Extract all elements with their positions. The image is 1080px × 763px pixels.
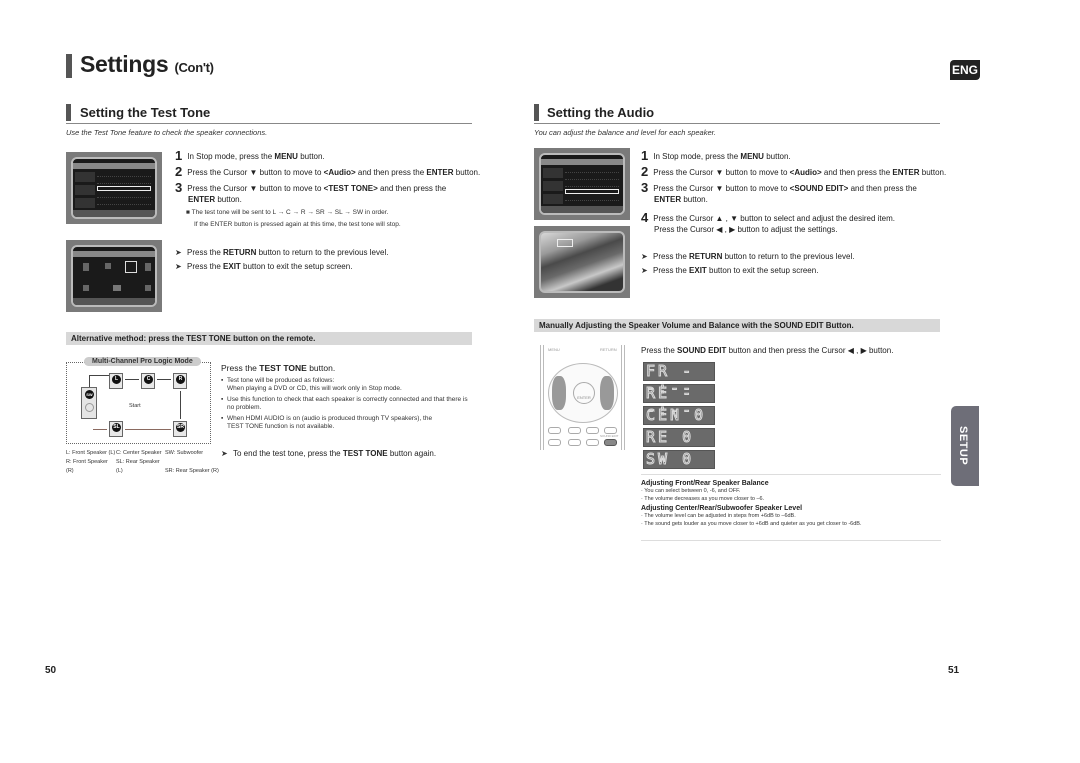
- section-intro: Use the Test Tone feature to check the s…: [66, 128, 268, 137]
- sound-edit-button: [604, 439, 617, 446]
- press-test-tone-title: Press the TEST TONE button.: [221, 363, 336, 373]
- alternative-method-banner: Alternative method: press the TEST TONE …: [66, 332, 472, 345]
- test-tone-note-stop: If the ENTER button is pressed again at …: [194, 221, 401, 228]
- section-title-audio: Setting the Audio: [547, 105, 655, 120]
- sound-edit-instruction: Press the SOUND EDIT button and then pre…: [641, 346, 894, 355]
- title-accent-bar: [66, 54, 72, 78]
- test-tone-step-2: 2 Press the Cursor ▼ button to move to <…: [175, 164, 481, 179]
- speaker-sl: SL: [109, 421, 123, 437]
- osd-test-tone-screenshot: [66, 240, 162, 312]
- osd-sound-edit-photo-screenshot: [534, 226, 630, 298]
- setup-side-tab: SETUP: [951, 406, 979, 486]
- page-number-left: 50: [45, 665, 57, 676]
- language-badge: ENG: [950, 60, 980, 80]
- test-tone-return-note: ➤ Press the RETURN button to return to th…: [175, 248, 389, 257]
- speaker-sw: SW: [81, 387, 97, 419]
- lcd-display-re-balance: RE --:--: [643, 384, 715, 419]
- arrow-icon: ➤: [641, 252, 648, 261]
- sound-edit-banner: Manually Adjusting the Speaker Volume an…: [534, 319, 940, 332]
- divider: [641, 474, 941, 475]
- osd-sound-edit-menu-screenshot: [534, 148, 630, 220]
- audio-step-1: 1 In Stop mode, press the MENU button.: [641, 148, 791, 163]
- audio-step-2: 2 Press the Cursor ▼ button to move to <…: [641, 164, 947, 179]
- speaker-sr: SR: [173, 421, 187, 437]
- arrow-icon: ➤: [175, 248, 182, 257]
- lcd-display-sw: SW 0: [643, 450, 715, 469]
- test-tone-exit-note: ➤ Press the EXIT button to exit the setup…: [175, 262, 353, 271]
- test-tone-step-1: 1 In Stop mode, press the MENU button.: [175, 148, 325, 163]
- osd-audio-menu-screenshot: [66, 152, 162, 224]
- test-tone-note-order: ■ The test tone will be sent to L → C → …: [186, 209, 389, 216]
- arrow-icon: ➤: [221, 449, 228, 458]
- speaker-l: L: [109, 373, 123, 389]
- section-rule: [534, 123, 940, 124]
- test-tone-bullets: ▪ Test tone will be produced as follows: …: [221, 377, 468, 430]
- speaker-r: R: [173, 373, 187, 389]
- diagram-mode-label: Multi-Channel Pro Logic Mode: [84, 357, 201, 366]
- audio-exit-note: ➤ Press the EXIT button to exit the setup…: [641, 266, 819, 275]
- speaker-c: C: [141, 373, 155, 389]
- start-label: Start: [129, 403, 141, 409]
- lcd-display-fr: FR --:--: [643, 362, 715, 397]
- audio-step-3: 3 Press the Cursor ▼ button to move to <…: [641, 180, 917, 204]
- test-tone-step-3: 3 Press the Cursor ▼ button to move to <…: [175, 180, 447, 204]
- lcd-display-cen: CEN 0: [643, 406, 715, 425]
- speaker-legend: L: Front Speaker (L)C: Center Speaker SW:…: [66, 450, 219, 474]
- section-intro: You can adjust the balance and level for…: [534, 128, 716, 137]
- end-test-tone-note: ➤ To end the test tone, press the TEST TO…: [221, 449, 437, 458]
- lcd-display-re-level: RE 0: [643, 428, 715, 447]
- audio-return-note: ➤ Press the RETURN button to return to th…: [641, 252, 855, 261]
- audio-step-4: 4 Press the Cursor ▲ , ▼ button to selec…: [641, 210, 895, 234]
- arrow-icon: ➤: [641, 266, 648, 275]
- arrow-icon: ➤: [175, 262, 182, 271]
- page-title: Settings (Con't): [80, 51, 214, 77]
- lcd-display-list: FR --:-- RE --:-- CEN 0 RE 0 SW 0: [643, 362, 715, 472]
- section-rule: [66, 123, 472, 124]
- section-title-test-tone: Setting the Test Tone: [80, 105, 211, 120]
- remote-control-illustration: MENU RETURN ENTER SOUND EDIT: [540, 345, 625, 450]
- section-accent-bar: [534, 104, 539, 121]
- balance-info: Adjusting Front/Rear Speaker Balance · Y…: [641, 480, 862, 527]
- page-number-right: 51: [948, 665, 960, 676]
- divider: [641, 540, 941, 541]
- speaker-diagram: SW L C R SL SR Start: [66, 362, 211, 444]
- section-accent-bar: [66, 104, 71, 121]
